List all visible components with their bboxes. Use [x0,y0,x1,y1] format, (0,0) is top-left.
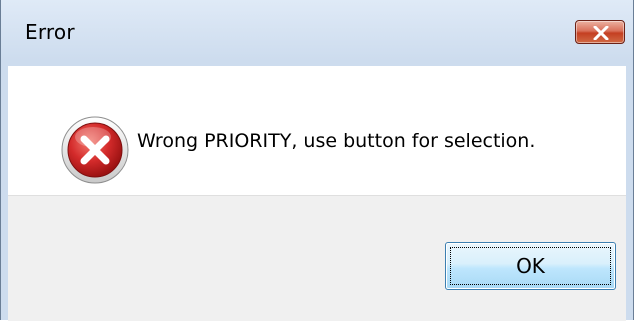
error-dialog-window: Error Wrong PRIORITY, use button for sel… [0,0,634,321]
window-title: Error [25,20,75,44]
close-button[interactable] [575,20,625,44]
ok-button-label: OK [516,254,545,278]
error-message: Wrong PRIORITY, use button for selection… [137,130,536,152]
title-bar[interactable]: Error [1,0,633,66]
button-footer: OK [8,195,626,321]
message-area: Wrong PRIORITY, use button for selection… [8,66,626,195]
error-icon [61,116,129,184]
ok-button[interactable]: OK [445,242,616,290]
close-x-icon [593,26,609,40]
dialog-client-area: Wrong PRIORITY, use button for selection… [8,66,626,321]
